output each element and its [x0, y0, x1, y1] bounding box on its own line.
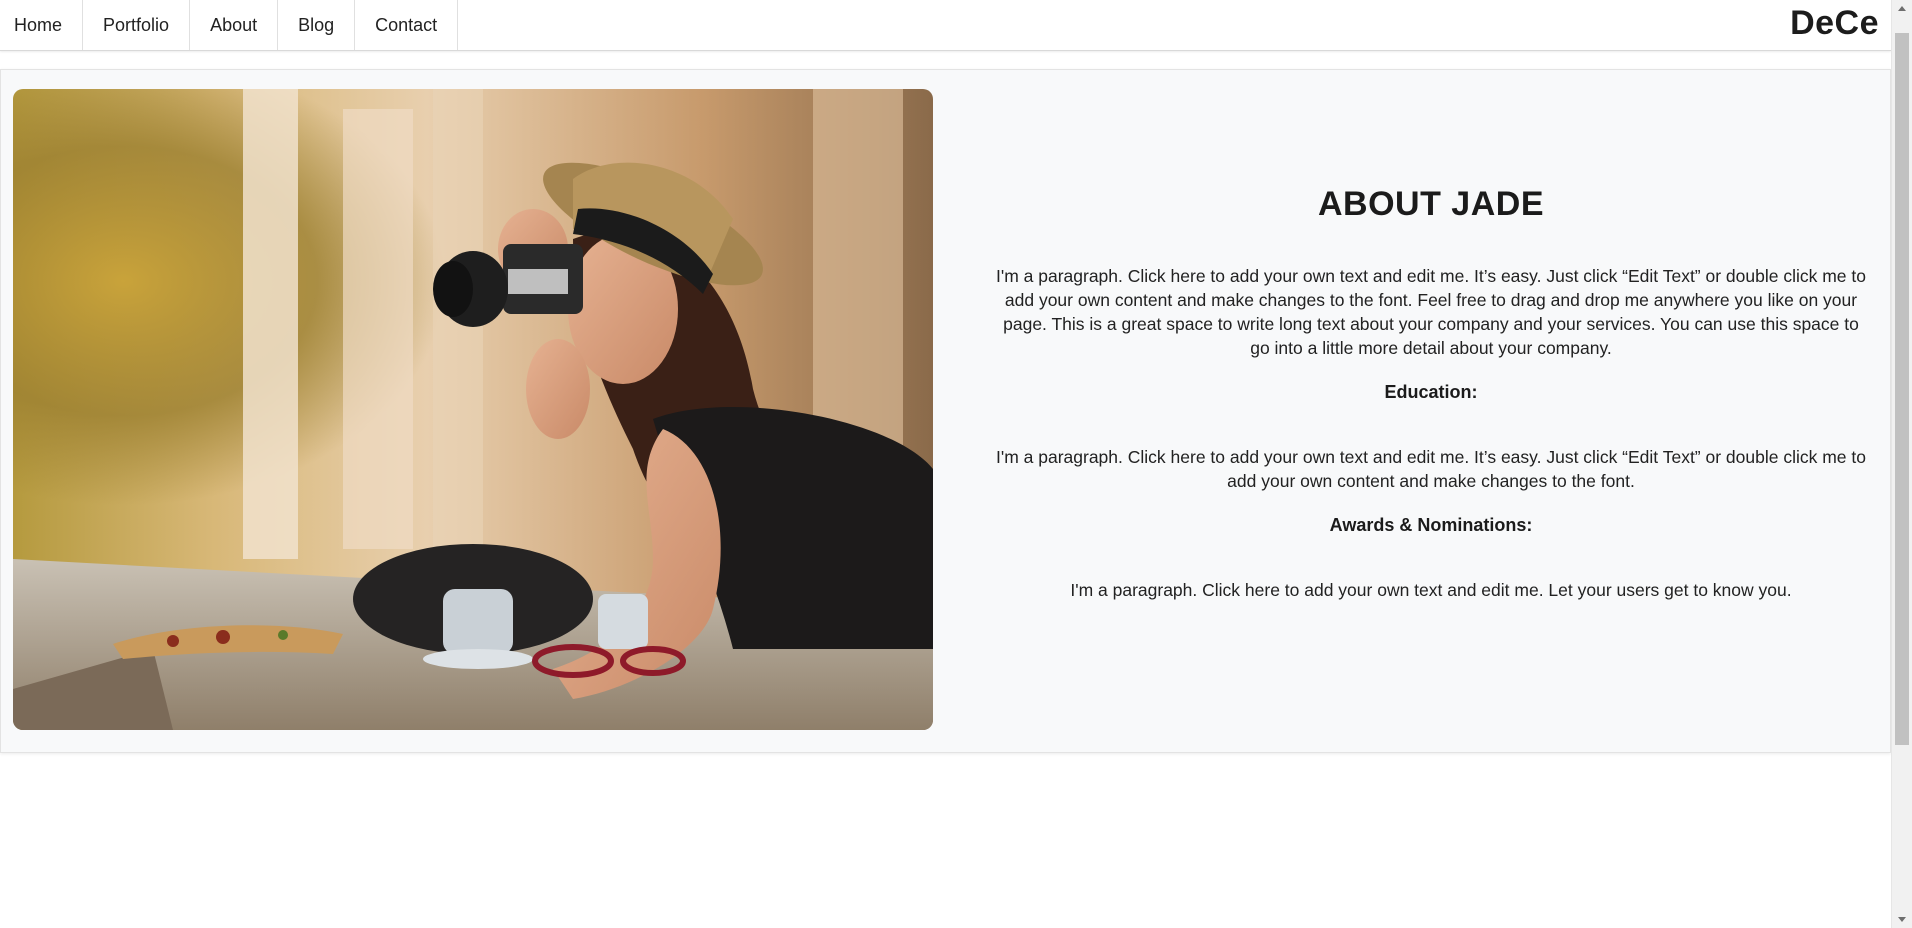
intro-paragraph: I'm a paragraph. Click here to add your …	[996, 266, 1866, 358]
scrollbar-thumb[interactable]	[1895, 33, 1909, 745]
nav-item-home[interactable]: Home	[0, 0, 84, 50]
page-title: ABOUT JADE	[1317, 185, 1545, 223]
nav-menu: Home Portfolio About Blog Contact	[0, 0, 459, 50]
top-navbar: Home Portfolio About Blog Contact DeCe	[0, 0, 1891, 51]
awards-heading: Awards & Nominations:	[1329, 515, 1533, 535]
brand-logo[interactable]: DeCe	[1790, 4, 1879, 43]
education-paragraph: I'm a paragraph. Click here to add your …	[996, 447, 1866, 491]
page: Home Portfolio About Blog Contact DeCe A…	[0, 0, 1912, 928]
scroll-up-arrow-icon[interactable]	[1898, 6, 1906, 11]
nav-item-contact[interactable]: Contact	[355, 0, 459, 50]
about-section: ABOUT JADE I'm a paragraph. Click here t…	[0, 69, 1891, 753]
vertical-scrollbar[interactable]	[1891, 0, 1912, 928]
nav-item-blog[interactable]: Blog	[278, 0, 356, 50]
nav-item-about[interactable]: About	[190, 0, 279, 50]
awards-paragraph: I'm a paragraph. Click here to add your …	[1070, 580, 1792, 600]
education-heading: Education:	[1384, 382, 1478, 402]
about-content: ABOUT JADE I'm a paragraph. Click here t…	[991, 185, 1871, 624]
scroll-down-arrow-icon[interactable]	[1898, 917, 1906, 922]
nav-item-portfolio[interactable]: Portfolio	[83, 0, 191, 50]
photographer-image	[13, 89, 933, 730]
